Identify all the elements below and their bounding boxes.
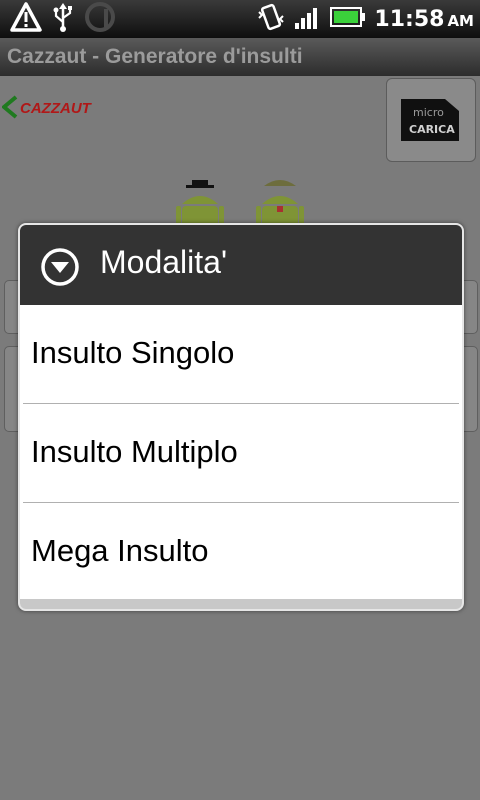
usb-icon bbox=[52, 2, 74, 36]
option-label: Insulto Multiplo bbox=[31, 434, 238, 469]
app-title: Cazzaut - Generatore d'insulti bbox=[7, 45, 303, 68]
dialog-header: Modalita' bbox=[20, 225, 462, 305]
sd-load-button[interactable]: micro CARICA bbox=[386, 78, 476, 162]
sd-label-carica: CARICA bbox=[409, 123, 455, 136]
dialog-footer bbox=[20, 599, 462, 609]
logo-text: CAZZAUT bbox=[20, 100, 92, 117]
status-clock: 11:58 AM bbox=[374, 7, 474, 32]
vibrate-icon bbox=[256, 2, 286, 36]
signal-icon bbox=[294, 4, 322, 34]
warning-icon bbox=[10, 2, 42, 36]
clock-ampm: AM bbox=[447, 11, 474, 30]
option-label: Mega Insulto bbox=[31, 533, 209, 568]
cazzaut-logo[interactable]: CAZZAUT bbox=[0, 92, 93, 122]
chevron-down-circle-icon bbox=[40, 247, 80, 287]
mode-dialog: Modalita' Insulto Singolo Insulto Multip… bbox=[18, 223, 464, 611]
option-insulto-singolo[interactable]: Insulto Singolo bbox=[20, 305, 462, 403]
sd-label-micro: micro bbox=[413, 106, 444, 119]
title-bar: Cazzaut - Generatore d'insulti bbox=[0, 38, 480, 77]
status-bar: 11:58 AM bbox=[0, 0, 480, 38]
option-mega-insulto[interactable]: Mega Insulto bbox=[20, 503, 462, 601]
battery-icon bbox=[330, 6, 366, 32]
option-insulto-multiplo[interactable]: Insulto Multiplo bbox=[20, 404, 462, 502]
dialog-title: Modalita' bbox=[100, 244, 228, 280]
clock-time: 11:58 bbox=[374, 6, 445, 32]
sync-icon bbox=[84, 1, 116, 37]
option-label: Insulto Singolo bbox=[31, 335, 235, 370]
